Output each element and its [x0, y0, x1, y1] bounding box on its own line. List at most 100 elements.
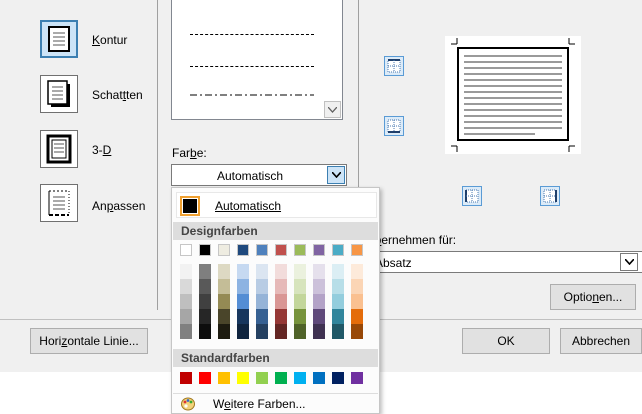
theme-color-swatch[interactable] — [180, 244, 192, 256]
theme-color-swatch[interactable] — [313, 244, 325, 256]
standard-color-swatch[interactable] — [332, 372, 344, 384]
theme-color-shade[interactable] — [294, 324, 306, 339]
theme-color-shade[interactable] — [313, 264, 325, 279]
theme-color-shade[interactable] — [351, 324, 363, 339]
line-style-option[interactable] — [190, 92, 314, 98]
theme-color-shade[interactable] — [218, 294, 230, 309]
standard-color-swatch[interactable] — [275, 372, 287, 384]
theme-color-swatch[interactable] — [275, 244, 287, 256]
theme-color-shade[interactable] — [275, 309, 287, 324]
theme-color-shade[interactable] — [351, 294, 363, 309]
theme-color-shade[interactable] — [218, 324, 230, 339]
apply-to-dropdown[interactable]: Absatz — [366, 251, 642, 273]
theme-color-shade[interactable] — [332, 279, 344, 294]
theme-color-shade[interactable] — [199, 294, 211, 309]
theme-color-shade[interactable] — [313, 294, 325, 309]
setting-kontur-button[interactable] — [40, 20, 78, 58]
color-dropdown[interactable]: Automatisch — [171, 164, 347, 186]
theme-color-shade[interactable] — [275, 294, 287, 309]
standard-color-swatch[interactable] — [218, 372, 230, 384]
right-border-toggle[interactable] — [540, 186, 560, 206]
theme-color-shade[interactable] — [332, 264, 344, 279]
theme-color-swatch[interactable] — [218, 244, 230, 256]
theme-color-shade[interactable] — [199, 324, 211, 339]
theme-color-shade[interactable] — [294, 279, 306, 294]
line-style-list[interactable] — [171, 0, 343, 120]
theme-color-shade[interactable] — [351, 279, 363, 294]
theme-color-shade[interactable] — [332, 324, 344, 339]
theme-color-shade[interactable] — [180, 324, 192, 339]
color-dropdown-arrow[interactable] — [327, 166, 345, 184]
theme-color-shade[interactable] — [351, 309, 363, 324]
standard-color-swatch[interactable] — [199, 372, 211, 384]
standard-color-swatch[interactable] — [351, 372, 363, 384]
theme-color-shade[interactable] — [180, 279, 192, 294]
theme-color-shade[interactable] — [180, 264, 192, 279]
theme-color-shade[interactable] — [294, 264, 306, 279]
standard-color-swatch[interactable] — [256, 372, 268, 384]
standard-color-swatch[interactable] — [313, 372, 325, 384]
theme-color-shade[interactable] — [275, 324, 287, 339]
theme-color-swatch[interactable] — [256, 244, 268, 256]
line-style-option[interactable] — [190, 34, 314, 35]
theme-color-swatch[interactable] — [351, 244, 363, 256]
theme-color-shade[interactable] — [332, 294, 344, 309]
theme-color-shade[interactable] — [275, 279, 287, 294]
setting-3d-button[interactable] — [40, 130, 78, 168]
line-style-option[interactable] — [190, 66, 314, 67]
standard-color-swatch[interactable] — [180, 372, 192, 384]
theme-color-shade[interactable] — [294, 294, 306, 309]
theme-color-swatch[interactable] — [199, 244, 211, 256]
theme-color-shade[interactable] — [313, 279, 325, 294]
theme-color-shade[interactable] — [199, 279, 211, 294]
theme-color-shade[interactable] — [332, 309, 344, 324]
standard-color-swatch[interactable] — [237, 372, 249, 384]
ok-button[interactable]: OK — [462, 328, 550, 354]
theme-color-shade[interactable] — [180, 294, 192, 309]
theme-color-shade[interactable] — [237, 324, 249, 339]
horizontal-line-button[interactable]: Hori z ontale Linie... — [30, 328, 148, 354]
theme-color-shade[interactable] — [218, 309, 230, 324]
theme-color-shade[interactable] — [294, 309, 306, 324]
automatic-color-item[interactable]: Automatisch — [176, 192, 377, 218]
bottom-border-toggle[interactable] — [384, 116, 404, 136]
theme-color-swatch[interactable] — [294, 244, 306, 256]
top-border-toggle[interactable] — [384, 56, 404, 76]
theme-color-shade[interactable] — [180, 309, 192, 324]
theme-color-shade[interactable] — [218, 264, 230, 279]
theme-color-shade[interactable] — [275, 264, 287, 279]
theme-color-swatch[interactable] — [332, 244, 344, 256]
cancel-button[interactable]: Abbrechen — [560, 328, 642, 354]
theme-color-shade[interactable] — [237, 294, 249, 309]
automatic-label: Automatisch — [215, 199, 282, 213]
theme-color-shade[interactable] — [256, 324, 268, 339]
setting-anpassen-button[interactable] — [40, 184, 78, 222]
list-scroll-down[interactable] — [324, 101, 341, 118]
theme-color-swatch[interactable] — [237, 244, 249, 256]
theme-color-shade[interactable] — [351, 264, 363, 279]
standard-colors-header: Standardfarben — [173, 349, 378, 367]
border-preview[interactable] — [445, 36, 581, 154]
theme-color-shade[interactable] — [313, 324, 325, 339]
theme-color-shade[interactable] — [313, 309, 325, 324]
theme-color-shade[interactable] — [199, 264, 211, 279]
theme-color-shade[interactable] — [199, 309, 211, 324]
theme-color-shade[interactable] — [218, 279, 230, 294]
theme-color-shade[interactable] — [256, 264, 268, 279]
left-border-toggle[interactable] — [462, 186, 482, 206]
setting-schatten-button[interactable] — [40, 75, 78, 113]
more-colors-item[interactable]: Weitere Farben... — [173, 393, 378, 413]
theme-color-shade[interactable] — [237, 264, 249, 279]
theme-color-shade[interactable] — [237, 279, 249, 294]
more-colors-label: Weitere Farben... — [213, 397, 306, 411]
box-border-icon — [48, 26, 70, 52]
theme-color-shade[interactable] — [256, 309, 268, 324]
apply-to-arrow[interactable] — [620, 253, 638, 271]
theme-color-shade[interactable] — [256, 294, 268, 309]
theme-color-shade[interactable] — [237, 309, 249, 324]
options-button[interactable]: Optio n en... — [550, 284, 636, 310]
theme-color-shade[interactable] — [256, 279, 268, 294]
standard-color-swatch[interactable] — [294, 372, 306, 384]
border-bottom-icon — [387, 119, 401, 133]
setting-anpassen-label: Anpassen — [92, 199, 146, 213]
